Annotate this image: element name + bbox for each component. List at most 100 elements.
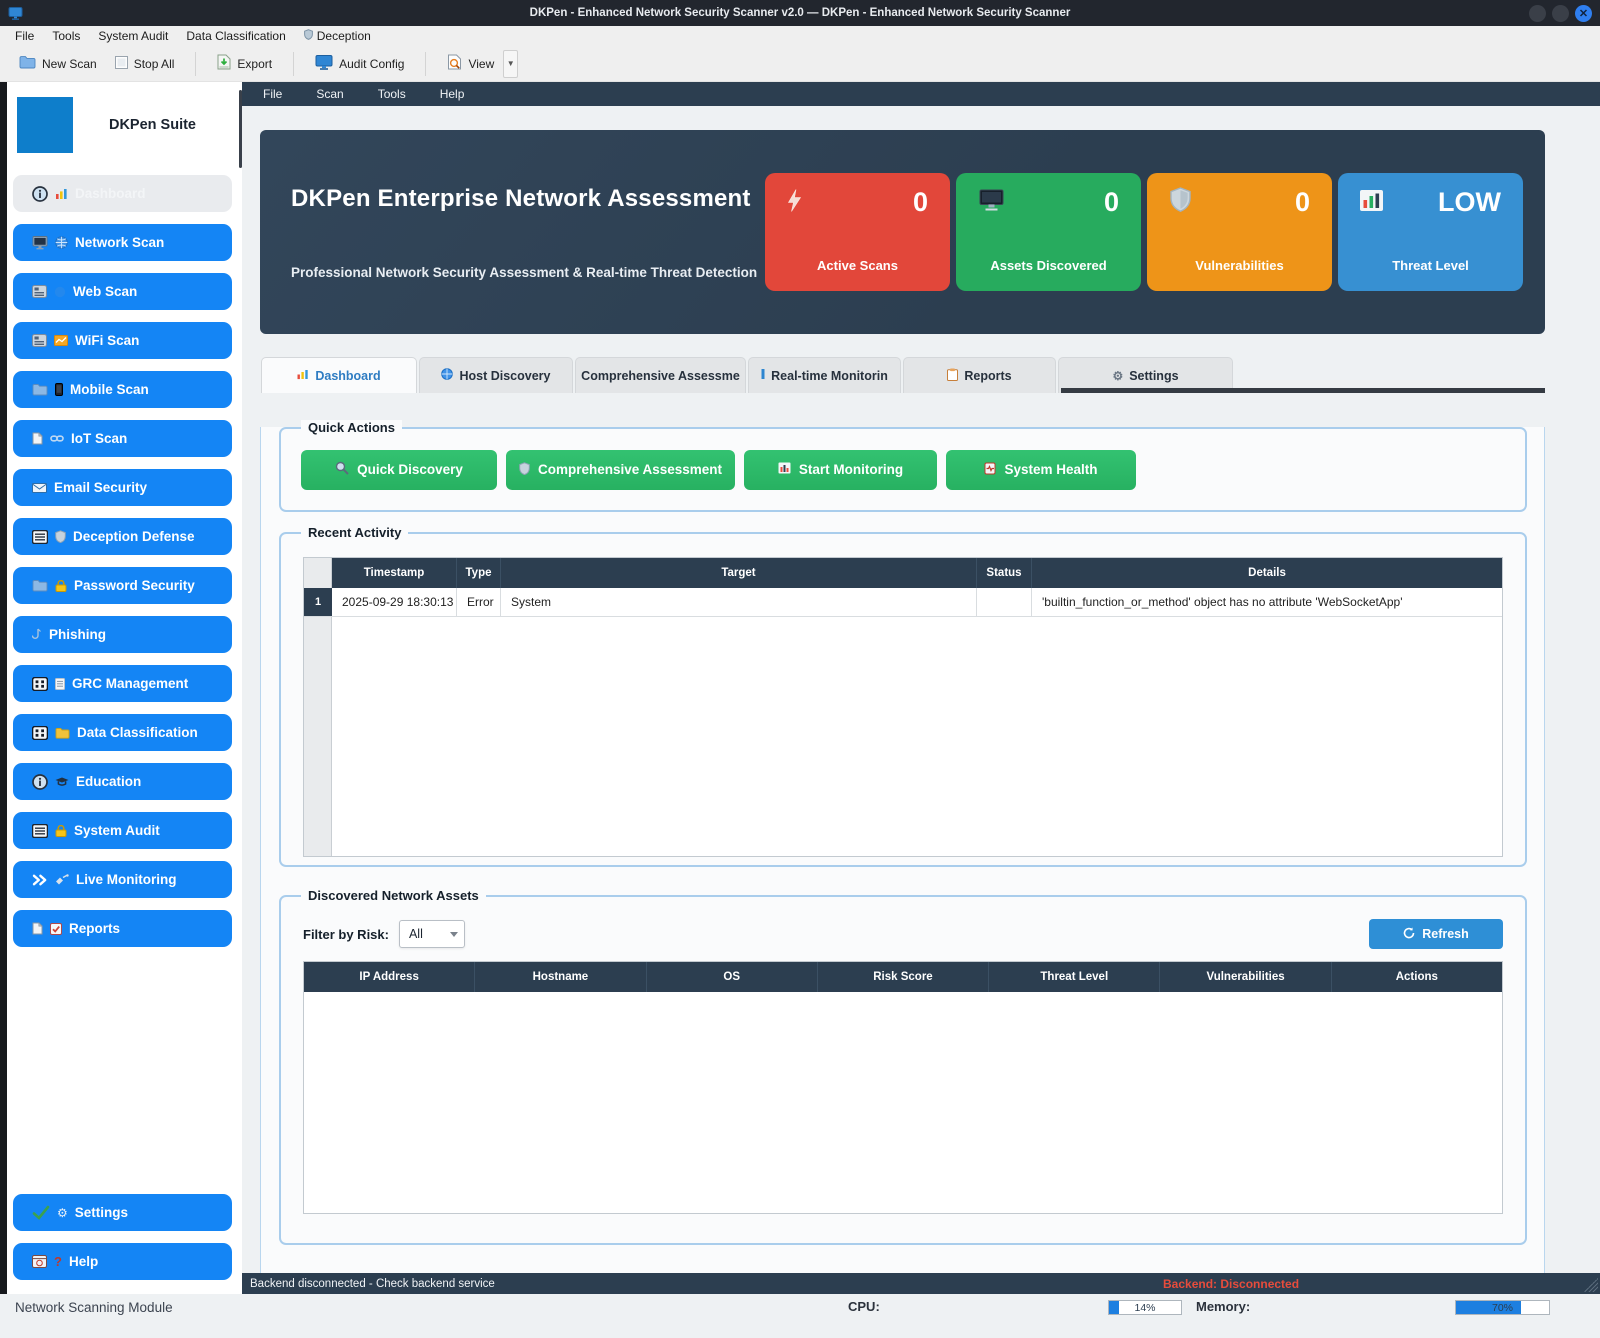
assets-table-empty bbox=[304, 992, 1502, 1213]
hero-subtitle: Professional Network Security Assessment… bbox=[291, 265, 765, 280]
view-button[interactable]: View bbox=[438, 50, 503, 77]
content-area: DKPen Enterprise Network Assessment Prof… bbox=[242, 106, 1600, 1273]
comprehensive-assessment-button[interactable]: Comprehensive Assessment bbox=[506, 450, 735, 490]
menu-system-audit[interactable]: System Audit bbox=[89, 26, 177, 46]
tab-host-discovery[interactable]: Host Discovery bbox=[419, 357, 573, 393]
tab-realtime-monitoring[interactable]: Real-time Monitorin bbox=[748, 357, 901, 393]
menu-data-classification[interactable]: Data Classification bbox=[177, 26, 294, 46]
stat-card-vulnerabilities: 0 Vulnerabilities bbox=[1147, 173, 1332, 291]
sidebar-item-phishing[interactable]: Phishing bbox=[13, 616, 232, 653]
filter-by-risk-label: Filter by Risk: bbox=[303, 927, 389, 942]
sidebar-item-data-classification[interactable]: Data Classification bbox=[13, 714, 232, 751]
col-actions[interactable]: Actions bbox=[1332, 962, 1502, 992]
toolbar-separator bbox=[293, 52, 294, 76]
cell-target: System bbox=[501, 588, 977, 616]
sidebar-item-iot-scan[interactable]: IoT Scan bbox=[13, 420, 232, 457]
sidebar-logo-row: DKPen Suite bbox=[13, 97, 232, 153]
checkbox-icon bbox=[115, 56, 128, 72]
inner-menu-file[interactable]: File bbox=[246, 87, 299, 101]
suite-label: DKPen Suite bbox=[73, 117, 232, 133]
info-circle-icon bbox=[32, 186, 48, 202]
table-row[interactable]: 1 2025-09-29 18:30:13 Error System 'buil… bbox=[304, 588, 1502, 617]
sidebar-item-live-monitoring[interactable]: Live Monitoring bbox=[13, 861, 232, 898]
risk-filter-dropdown[interactable]: All bbox=[399, 920, 465, 948]
cell-timestamp: 2025-09-29 18:30:13 bbox=[332, 588, 457, 616]
cell-type: Error bbox=[457, 588, 501, 616]
sidebar-item-system-audit[interactable]: System Audit bbox=[13, 812, 232, 849]
sidebar-item-help[interactable]: ? Help bbox=[13, 1243, 232, 1280]
discovered-assets-title: Discovered Network Assets bbox=[301, 888, 486, 903]
inner-menu-scan[interactable]: Scan bbox=[299, 87, 360, 101]
tab-reports[interactable]: Reports bbox=[903, 357, 1056, 393]
sidebar-item-deception-defense[interactable]: Deception Defense bbox=[13, 518, 232, 555]
menu-tools[interactable]: Tools bbox=[43, 26, 89, 46]
recent-activity-table[interactable]: Timestamp Type Target Status Details 1 2… bbox=[303, 557, 1503, 857]
tab-comprehensive-assessment[interactable]: Comprehensive Assessme bbox=[575, 357, 746, 393]
col-status[interactable]: Status bbox=[977, 558, 1032, 588]
sidebar-item-mobile-scan[interactable]: Mobile Scan bbox=[13, 371, 232, 408]
bar-chart-icon bbox=[55, 188, 68, 200]
system-health-button[interactable]: System Health bbox=[946, 450, 1136, 490]
file-icon bbox=[32, 432, 43, 445]
col-risk-score[interactable]: Risk Score bbox=[818, 962, 989, 992]
menu-deception[interactable]: Deception bbox=[295, 26, 380, 46]
info-circle-icon bbox=[32, 774, 48, 790]
col-target[interactable]: Target bbox=[501, 558, 977, 588]
minimize-button[interactable] bbox=[1529, 5, 1546, 22]
sidebar-item-reports[interactable]: Reports bbox=[13, 910, 232, 947]
magnifier-icon bbox=[335, 461, 349, 478]
refresh-button[interactable]: Refresh bbox=[1369, 919, 1503, 949]
quick-discovery-button[interactable]: Quick Discovery bbox=[301, 450, 497, 490]
shield-icon bbox=[304, 29, 313, 43]
status-bar: Backend disconnected - Check backend ser… bbox=[242, 1273, 1600, 1294]
col-timestamp[interactable]: Timestamp bbox=[332, 558, 457, 588]
sidebar-item-web-scan[interactable]: Web Scan bbox=[13, 273, 232, 310]
link-icon bbox=[50, 434, 64, 443]
view-dropdown-button[interactable]: ▼ bbox=[503, 50, 518, 78]
maximize-button[interactable] bbox=[1552, 5, 1569, 22]
export-button[interactable]: Export bbox=[208, 50, 281, 77]
inner-menu-help[interactable]: Help bbox=[423, 87, 482, 101]
close-button[interactable]: ✕ bbox=[1575, 5, 1592, 22]
sidebar-item-education[interactable]: Education bbox=[13, 763, 232, 800]
resize-grip[interactable] bbox=[1584, 1278, 1598, 1292]
inner-menu-tools[interactable]: Tools bbox=[361, 87, 423, 101]
assets-table-header: IP Address Hostname OS Risk Score Threat… bbox=[304, 962, 1502, 992]
sidebar-item-password-security[interactable]: Password Security bbox=[13, 567, 232, 604]
shield-icon bbox=[1169, 187, 1192, 218]
stat-card-threat-level: LOW Threat Level bbox=[1338, 173, 1523, 291]
globe-icon bbox=[441, 368, 453, 383]
view-magnifier-icon bbox=[447, 54, 462, 73]
table-corner bbox=[304, 558, 332, 588]
col-type[interactable]: Type bbox=[457, 558, 501, 588]
sidebar-item-wifi-scan[interactable]: WiFi Scan bbox=[13, 322, 232, 359]
module-label: Network Scanning Module bbox=[15, 1300, 173, 1315]
lock-icon bbox=[55, 825, 67, 837]
grid-icon bbox=[32, 677, 48, 691]
sidebar-item-dashboard[interactable]: Dashboard bbox=[13, 175, 232, 212]
toolbar-separator bbox=[195, 52, 196, 76]
lock-icon bbox=[55, 580, 67, 592]
col-hostname[interactable]: Hostname bbox=[475, 962, 646, 992]
col-os[interactable]: OS bbox=[647, 962, 818, 992]
sidebar-item-email-security[interactable]: Email Security bbox=[13, 469, 232, 506]
discovered-assets-table[interactable]: IP Address Hostname OS Risk Score Threat… bbox=[303, 961, 1503, 1214]
tab-dashboard[interactable]: Dashboard bbox=[261, 357, 417, 393]
sidebar-item-grc-management[interactable]: GRC Management bbox=[13, 665, 232, 702]
stop-all-button[interactable]: Stop All bbox=[106, 52, 184, 76]
col-threat-level[interactable]: Threat Level bbox=[989, 962, 1160, 992]
col-vulnerabilities[interactable]: Vulnerabilities bbox=[1160, 962, 1331, 992]
notepad-icon bbox=[32, 824, 48, 838]
title-bar: DKPen - Enhanced Network Security Scanne… bbox=[0, 0, 1600, 26]
new-scan-button[interactable]: New Scan bbox=[10, 51, 106, 76]
sidebar-item-settings[interactable]: ⚙ Settings bbox=[13, 1194, 232, 1231]
sidebar-scrollbar[interactable] bbox=[239, 90, 242, 168]
start-monitoring-button[interactable]: Start Monitoring bbox=[744, 450, 937, 490]
col-ip-address[interactable]: IP Address bbox=[304, 962, 475, 992]
bar-chart-icon bbox=[297, 369, 309, 383]
audit-config-button[interactable]: Audit Config bbox=[306, 51, 413, 77]
desktop-edge-strip bbox=[0, 82, 7, 1294]
sidebar-item-network-scan[interactable]: Network Scan bbox=[13, 224, 232, 261]
menu-file[interactable]: File bbox=[6, 26, 43, 46]
col-details[interactable]: Details bbox=[1032, 558, 1502, 588]
